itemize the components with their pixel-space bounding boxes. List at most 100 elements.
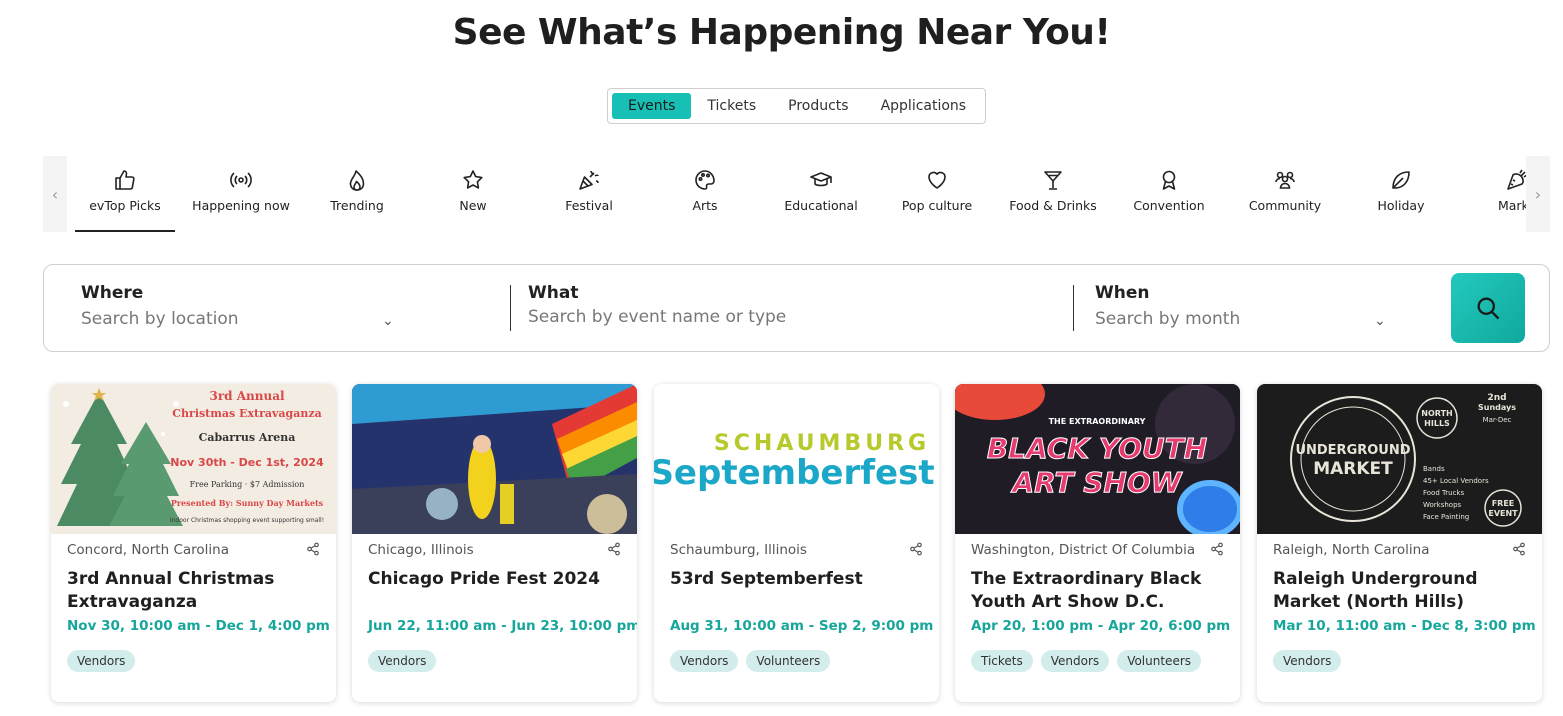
poster-line: Bands bbox=[1423, 465, 1445, 473]
what-input[interactable]: Search by event name or type bbox=[528, 307, 786, 327]
category-scroll-right-button[interactable]: › bbox=[1526, 156, 1550, 232]
what-label: What bbox=[528, 283, 579, 303]
poster-line: Presented By: Sunny Day Markets bbox=[171, 498, 324, 508]
event-tags: Vendors bbox=[1273, 650, 1526, 672]
share-icon[interactable] bbox=[607, 542, 621, 556]
poster-line: 3rd Annual bbox=[209, 389, 285, 403]
event-location: Chicago, Illinois bbox=[368, 542, 474, 558]
category-market[interactable]: Marke bbox=[1467, 156, 1526, 232]
search-divider bbox=[1073, 285, 1074, 331]
category-top-picks[interactable]: evTop Picks bbox=[75, 156, 175, 232]
graduation-cap-icon bbox=[810, 172, 832, 187]
event-tags: Vendors bbox=[368, 650, 621, 672]
when-input[interactable]: Search by month bbox=[1095, 309, 1240, 329]
search-button[interactable] bbox=[1451, 273, 1525, 343]
event-image[interactable] bbox=[352, 384, 637, 534]
category-pop-culture[interactable]: Pop culture bbox=[887, 156, 987, 232]
where-input[interactable]: Search by location bbox=[81, 309, 239, 329]
septemberfest-logo: SCHAUMBURG Septemberfest bbox=[654, 431, 935, 493]
party-popper-icon bbox=[579, 170, 599, 190]
tab-tickets[interactable]: Tickets bbox=[691, 93, 772, 119]
poster-line: Cabarrus Arena bbox=[199, 431, 296, 444]
event-dates: Apr 20, 1:00 pm - Apr 20, 6:00 pm bbox=[971, 618, 1231, 634]
pride-photo bbox=[352, 384, 637, 534]
event-location: Washington, District Of Columbia bbox=[971, 542, 1196, 558]
tab-events[interactable]: Events bbox=[612, 93, 692, 119]
poster-line: Workshops bbox=[1423, 501, 1462, 509]
event-location: Concord, North Carolina bbox=[67, 542, 229, 558]
category-community[interactable]: Community bbox=[1235, 156, 1335, 232]
poster-line: MARKET bbox=[1313, 459, 1393, 479]
category-convention[interactable]: Convention bbox=[1119, 156, 1219, 232]
event-tag: Tickets bbox=[971, 650, 1033, 672]
poster-line: Septemberfest bbox=[654, 453, 935, 493]
share-icon[interactable] bbox=[306, 542, 320, 556]
event-card[interactable]: SCHAUMBURG Septemberfest Schaumburg, Ill… bbox=[654, 384, 939, 702]
share-icon[interactable] bbox=[909, 542, 923, 556]
poster-line: 45+ Local Vendors bbox=[1423, 477, 1489, 485]
poster-line: BLACK YOUTH bbox=[987, 432, 1207, 465]
category-new[interactable]: New bbox=[423, 156, 523, 232]
event-tag: Volunteers bbox=[1117, 650, 1202, 672]
poster-line: Food Trucks bbox=[1423, 489, 1464, 497]
broadcast-icon bbox=[230, 172, 252, 188]
event-title[interactable]: 3rd Annual Christmas Extravaganza bbox=[67, 568, 320, 614]
event-image[interactable]: 3rd Annual Christmas Extravaganza Cabarr… bbox=[51, 384, 336, 534]
heart-icon bbox=[928, 171, 946, 189]
category-trending[interactable]: Trending bbox=[307, 156, 407, 232]
search-icon bbox=[1477, 297, 1500, 320]
category-arts[interactable]: Arts bbox=[655, 156, 755, 232]
event-image[interactable]: SCHAUMBURG Septemberfest bbox=[654, 384, 939, 534]
chevron-down-icon[interactable]: ⌄ bbox=[1374, 313, 1386, 329]
poster-line: Face Painting bbox=[1423, 513, 1469, 521]
poster-line: HILLS bbox=[1424, 419, 1450, 428]
event-card[interactable]: THE EXTRAORDINARY BLACK YOUTH ART SHOW W… bbox=[955, 384, 1240, 702]
event-tag: Vendors bbox=[1273, 650, 1342, 672]
type-tabs: Events Tickets Products Applications bbox=[607, 88, 986, 124]
chevron-down-icon[interactable]: ⌄ bbox=[382, 313, 394, 329]
category-food-drinks[interactable]: Food & Drinks bbox=[1003, 156, 1103, 232]
share-icon[interactable] bbox=[1210, 542, 1224, 556]
poster-line: THE EXTRAORDINARY bbox=[1049, 417, 1146, 426]
event-image[interactable]: UNDERGROUND MARKET NORTH HILLS 2nd Sunda… bbox=[1257, 384, 1542, 534]
category-festival[interactable]: Festival bbox=[539, 156, 639, 232]
event-card-body: Schaumburg, Illinois 53rd Septemberfest … bbox=[654, 534, 939, 672]
category-holiday[interactable]: Holiday bbox=[1351, 156, 1451, 232]
event-title[interactable]: The Extraordinary Black Youth Art Show D… bbox=[971, 568, 1224, 614]
event-dates: Aug 31, 10:00 am - Sep 2, 9:00 pm bbox=[670, 618, 934, 634]
event-location: Schaumburg, Illinois bbox=[670, 542, 807, 558]
event-card[interactable]: UNDERGROUND MARKET NORTH HILLS 2nd Sunda… bbox=[1257, 384, 1542, 702]
event-tag: Vendors bbox=[1040, 650, 1110, 672]
event-card[interactable]: Chicago, Illinois Chicago Pride Fest 202… bbox=[352, 384, 637, 702]
event-title[interactable]: Raleigh Underground Market (North Hills) bbox=[1273, 568, 1526, 614]
when-field[interactable]: When Search by month bbox=[1095, 283, 1240, 329]
event-dates: Jun 22, 11:00 am - Jun 23, 10:00 pm bbox=[368, 618, 637, 634]
tab-applications[interactable]: Applications bbox=[865, 93, 983, 119]
event-card-body: Chicago, Illinois Chicago Pride Fest 202… bbox=[352, 534, 637, 672]
star-icon bbox=[463, 170, 483, 189]
event-dates: Nov 30, 10:00 am - Dec 1, 4:00 pm bbox=[67, 618, 330, 634]
where-field[interactable]: Where Search by location bbox=[81, 283, 239, 329]
share-icon[interactable] bbox=[1512, 542, 1526, 556]
event-location: Raleigh, North Carolina bbox=[1273, 542, 1430, 558]
poster-line: Nov 30th - Dec 1st, 2024 bbox=[170, 456, 324, 469]
category-educational[interactable]: Educational bbox=[771, 156, 871, 232]
category-scroll-left-button[interactable]: ‹ bbox=[43, 156, 67, 232]
event-card-body: Raleigh, North Carolina Raleigh Undergro… bbox=[1257, 534, 1542, 672]
event-tag: Vendors bbox=[67, 650, 136, 672]
tab-products[interactable]: Products bbox=[772, 93, 864, 119]
event-image[interactable]: THE EXTRAORDINARY BLACK YOUTH ART SHOW bbox=[955, 384, 1240, 534]
event-tags: Tickets Vendors Volunteers bbox=[971, 650, 1224, 672]
cocktail-icon bbox=[1044, 171, 1062, 190]
what-field[interactable]: What Search by event name or type bbox=[528, 283, 786, 327]
event-card-body: Concord, North Carolina 3rd Annual Chris… bbox=[51, 534, 336, 672]
poster-line: Sundays bbox=[1478, 403, 1516, 412]
leaf-icon bbox=[1392, 171, 1410, 189]
event-tag: Vendors bbox=[368, 650, 437, 672]
underground-market-poster: UNDERGROUND MARKET NORTH HILLS 2nd Sunda… bbox=[1266, 384, 1533, 534]
event-title[interactable]: Chicago Pride Fest 2024 bbox=[368, 568, 621, 614]
page-title: See What’s Happening Near You! bbox=[452, 12, 1111, 53]
event-title[interactable]: 53rd Septemberfest bbox=[670, 568, 923, 614]
category-happening-now[interactable]: Happening now bbox=[191, 156, 291, 232]
event-card[interactable]: 3rd Annual Christmas Extravaganza Cabarr… bbox=[51, 384, 336, 702]
